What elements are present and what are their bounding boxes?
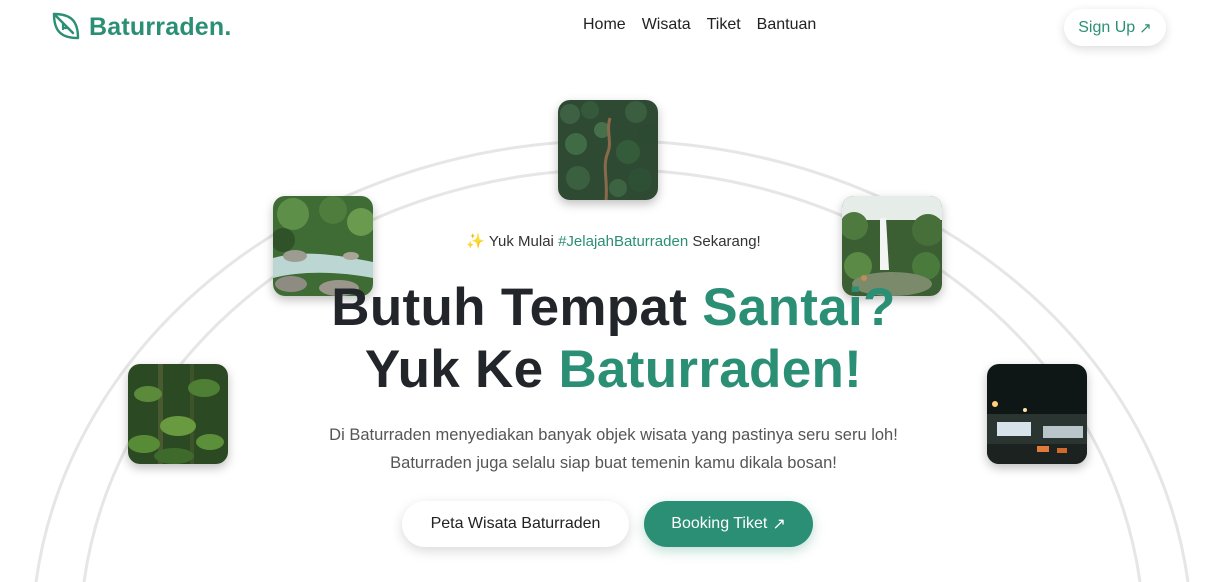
nav-tiket[interactable]: Tiket (707, 16, 741, 34)
hero-description: Di Baturraden menyediakan banyak objek w… (0, 421, 1227, 477)
headline-line-1: Butuh Tempat Santai? (0, 277, 1227, 339)
headline-line-1-green: Santai? (702, 278, 896, 337)
booking-ticket-button[interactable]: Booking Tiket ↗ (644, 501, 813, 547)
main-menu: Home Wisata Tiket Bantuan (583, 16, 816, 34)
brand-logo[interactable]: Baturraden. (49, 11, 232, 43)
nav-bantuan[interactable]: Bantuan (757, 16, 817, 34)
top-navbar: Baturraden. Home Wisata Tiket Bantuan Si… (0, 0, 1227, 60)
headline-line-2: Yuk Ke Baturraden! (0, 339, 1227, 401)
tagline-suffix: Sekarang! (692, 233, 761, 250)
booking-ticket-label: Booking Tiket (671, 515, 768, 532)
sign-up-label: Sign Up (1078, 18, 1136, 36)
nav-wisata[interactable]: Wisata (642, 16, 691, 34)
sign-up-button[interactable]: Sign Up ↗ (1064, 9, 1166, 46)
description-line-2: Baturraden juga selalu siap buat temenin… (390, 454, 837, 472)
leaf-icon (52, 12, 80, 40)
hero-headline: Butuh Tempat Santai? Yuk Ke Baturraden! (0, 277, 1227, 401)
tagline-hashtag: #JelajahBaturraden (558, 233, 689, 250)
nav-home[interactable]: Home (583, 16, 626, 34)
sparkles-icon: ✨ (466, 233, 485, 250)
tourism-map-label: Peta Wisata Baturraden (430, 515, 601, 532)
headline-line-1-dark: Butuh Tempat (331, 278, 688, 337)
tourism-map-button[interactable]: Peta Wisata Baturraden (402, 501, 629, 547)
headline-line-2-dark: Yuk Ke (364, 340, 544, 399)
arrow-up-right-icon: ↗ (1139, 19, 1152, 37)
arrow-up-right-icon: ↗ (772, 516, 786, 533)
headline-line-2-green: Baturraden! (558, 340, 863, 399)
forest-road-photo (558, 100, 658, 200)
description-line-1: Di Baturraden menyediakan banyak objek w… (329, 426, 898, 444)
brand-name: Baturraden. (89, 12, 232, 41)
tagline-prefix: Yuk Mulai (488, 233, 554, 250)
hero-tagline: ✨ Yuk Mulai #JelajahBaturraden Sekarang! (0, 232, 1227, 250)
